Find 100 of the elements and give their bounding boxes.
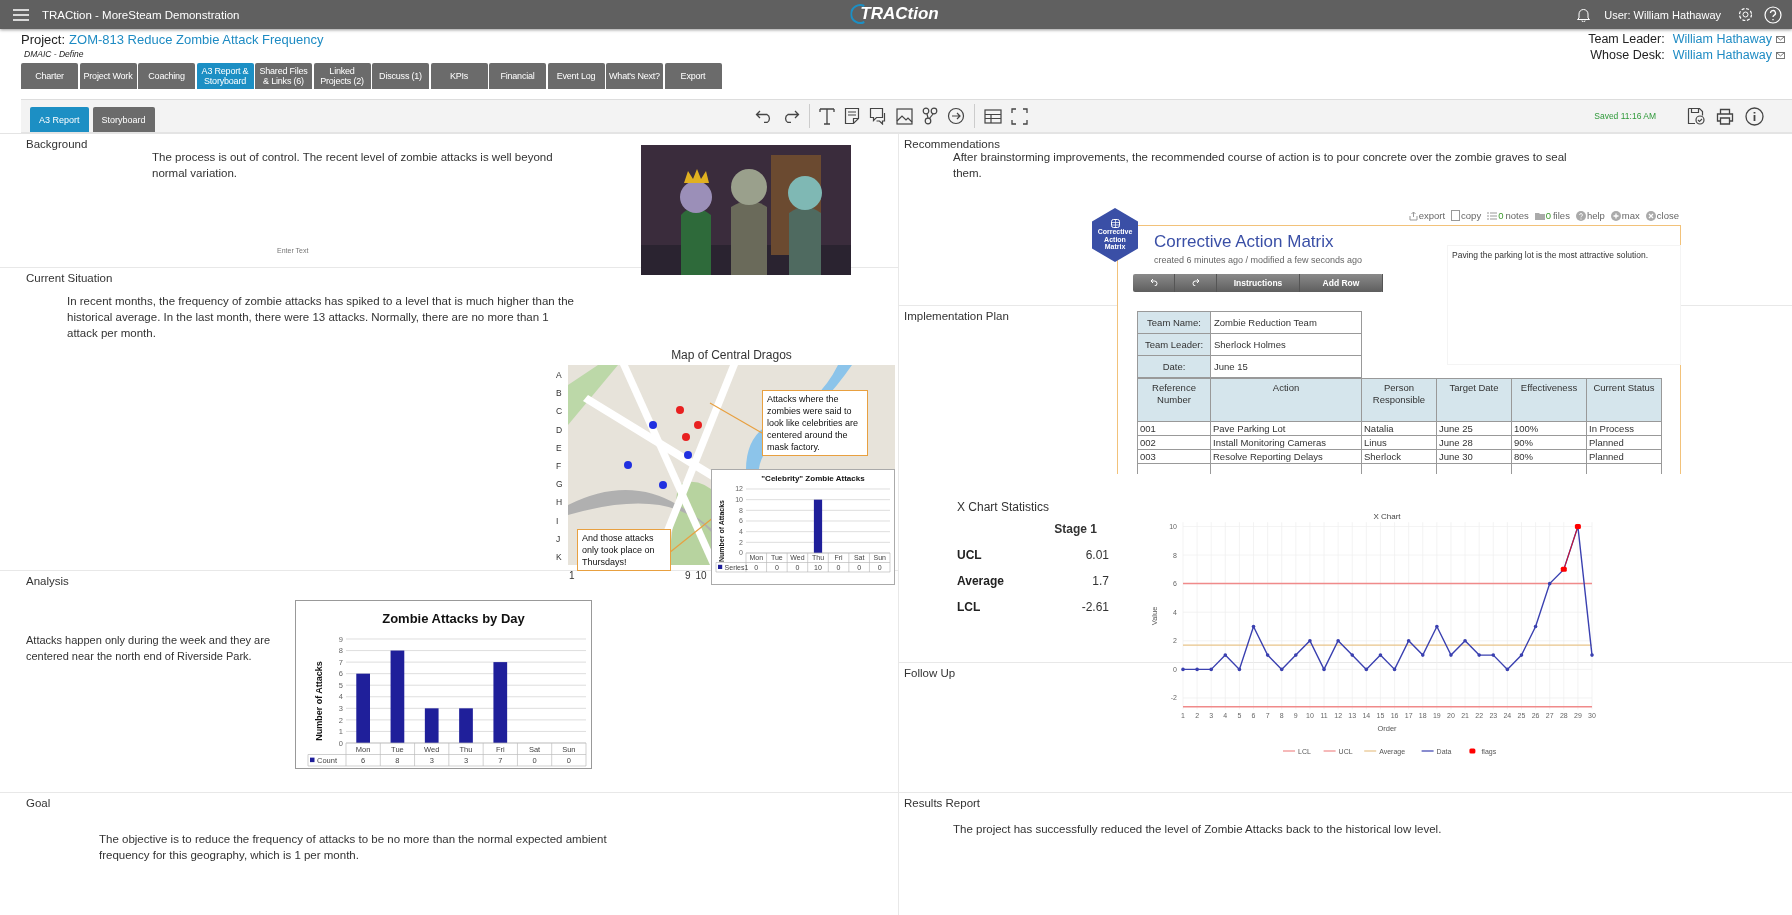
table-cell[interactable]: Natalia: [1361, 421, 1437, 436]
help-link[interactable]: help: [1575, 210, 1605, 221]
section-title: Results Report: [904, 796, 981, 811]
share-icon: [1408, 210, 1418, 221]
person-link[interactable]: William Hathaway: [1672, 48, 1772, 62]
tab[interactable]: Event Log: [547, 63, 605, 89]
table-cell[interactable]: In Process: [1586, 421, 1662, 436]
table-cell[interactable]: 80%: [1511, 449, 1587, 464]
table-cell[interactable]: Pave Parking Lot: [1210, 421, 1362, 436]
leader-line: [709, 402, 763, 434]
tab[interactable]: Linked Projects (2): [313, 63, 371, 89]
section-text[interactable]: The objective is to reduce the frequency of attacks to be no more than the normal expected ambient frequency for this geography, which is 1 per month.: [99, 831, 659, 863]
chart-title: "Celebrity" Zombie Attacks: [761, 474, 865, 483]
page-icon: [1451, 210, 1461, 221]
table-cell[interactable]: 001: [1137, 421, 1211, 436]
table-cell[interactable]: 90%: [1511, 435, 1587, 450]
bell-icon[interactable]: [1577, 7, 1591, 22]
report-tab[interactable]: A3 Report: [30, 107, 89, 132]
note-icon[interactable]: [844, 107, 860, 125]
report-tab[interactable]: Storyboard: [92, 107, 155, 132]
table-cell[interactable]: 002: [1137, 435, 1211, 450]
callout: And those attacks only took place on Thursdays!: [577, 529, 671, 571]
tab[interactable]: KPIs: [430, 63, 488, 89]
undo-icon[interactable]: [755, 109, 773, 123]
logo[interactable]: TRACtion: [860, 3, 942, 25]
section-title: Current Situation: [26, 271, 113, 286]
table-cell[interactable]: 100%: [1511, 421, 1587, 436]
table-cell[interactable]: Planned: [1586, 435, 1662, 450]
stat-label: UCL: [957, 548, 982, 562]
arrow-right-icon[interactable]: [947, 107, 965, 125]
image-icon[interactable]: [896, 107, 913, 125]
close-link[interactable]: close: [1645, 210, 1679, 221]
column-header: Action: [1210, 378, 1362, 422]
text-icon[interactable]: [819, 107, 835, 125]
matrix-button[interactable]: Instructions: [1217, 274, 1300, 292]
table-cell[interactable]: Resolve Reporting Delays: [1210, 449, 1362, 464]
mail-icon[interactable]: [1776, 35, 1785, 43]
table-cell[interactable]: June 25: [1436, 421, 1512, 436]
table-cell[interactable]: Sherlock Holmes: [1210, 333, 1362, 356]
table-cell: Date:: [1137, 355, 1211, 378]
section-text[interactable]: After brainstorming improvements, the recommended course of action is to pour concrete over the zombie graves to seal them.: [953, 149, 1573, 181]
save-icon[interactable]: [1687, 107, 1705, 125]
files-link[interactable]: 0 files: [1534, 210, 1570, 221]
stat-label: Average: [957, 574, 1004, 588]
export-link[interactable]: export: [1408, 210, 1446, 221]
column-header: Effectiveness: [1511, 378, 1587, 422]
column-header: Reference Number: [1137, 378, 1211, 422]
table-cell[interactable]: Linus: [1361, 435, 1437, 450]
max-link[interactable]: max: [1610, 210, 1640, 221]
tab[interactable]: Financial: [489, 63, 546, 89]
column-header: Person Responsible: [1361, 378, 1437, 422]
menu-icon[interactable]: [13, 8, 29, 21]
table-cell[interactable]: Zombie Reduction Team: [1210, 311, 1362, 334]
section-text[interactable]: In recent months, the frequency of zombie attacks has spiked to a level that is much higher than the historical average. In the last month, there were 13 attacks. Normally, there are no more than 1 attack per month.: [67, 293, 582, 341]
table-cell[interactable]: Install Monitoring Cameras: [1210, 435, 1362, 450]
tab[interactable]: Charter: [21, 63, 78, 89]
list-icon: [1487, 211, 1498, 220]
table-cell: Team Leader:: [1137, 333, 1211, 356]
info-icon[interactable]: [1745, 106, 1764, 126]
tab[interactable]: A3 Report & Storyboard: [196, 63, 254, 89]
table-cell[interactable]: Planned: [1586, 449, 1662, 464]
tab[interactable]: What's Next?: [606, 63, 663, 89]
table-cell[interactable]: June 15: [1210, 355, 1362, 378]
table-icon[interactable]: [984, 108, 1002, 124]
table-cell[interactable]: June 30: [1436, 449, 1512, 464]
comment-icon[interactable]: [869, 107, 887, 125]
section-text[interactable]: The project has successfully reduced the level of Zombie Attacks back to the historical low level.: [953, 821, 1653, 837]
project-link[interactable]: ZOM-813 Reduce Zombie Attack Frequency: [69, 32, 324, 47]
matrix-button[interactable]: Add Row: [1300, 274, 1383, 292]
settings-icon[interactable]: [1737, 6, 1754, 23]
user-menu[interactable]: User: William Hathaway: [1604, 8, 1721, 21]
tab[interactable]: Discuss (1): [372, 63, 429, 89]
help-icon[interactable]: [1764, 5, 1782, 24]
callout: Attacks where the zombies were said to look like celebrities are centered around the mask factory.: [762, 390, 868, 456]
redo-icon[interactable]: [782, 109, 800, 123]
map-row-label: F: [556, 460, 563, 471]
section-text[interactable]: The process is out of control. The recent level of zombie attacks is well beyond normal variation.: [152, 149, 572, 181]
save-status: Saved 11:16 AM: [1594, 111, 1656, 121]
table-cell[interactable]: Sherlock: [1361, 449, 1437, 464]
tab[interactable]: Project Work: [79, 63, 137, 89]
app-title: TRACtion - MoreSteam Demonstration: [42, 8, 240, 21]
section-title: Recommendations: [904, 137, 1000, 152]
axis-title: Number of Attacks: [314, 661, 324, 741]
person-link[interactable]: William Hathaway: [1672, 32, 1772, 46]
table-cell[interactable]: 003: [1137, 449, 1211, 464]
mail-icon[interactable]: [1776, 51, 1785, 59]
map-title: Map of Central Dragos: [670, 348, 793, 362]
tab[interactable]: Export: [664, 63, 722, 89]
diagram-icon[interactable]: [922, 107, 938, 125]
tab[interactable]: Shared Files & Links (6): [255, 63, 312, 89]
tab[interactable]: Coaching: [138, 63, 195, 89]
redo-icon: [1191, 278, 1200, 286]
fullscreen-icon[interactable]: [1011, 107, 1028, 125]
copy-link[interactable]: copy: [1451, 210, 1482, 221]
column-header: Current Status: [1586, 378, 1662, 422]
notes-link[interactable]: 0 notes: [1487, 210, 1529, 221]
section-title: Goal: [26, 796, 51, 811]
section-text[interactable]: Attacks happen only during the week and they are centered near the north end of Riverside Park.: [26, 632, 288, 664]
print-icon[interactable]: [1716, 107, 1734, 125]
table-cell[interactable]: June 28: [1436, 435, 1512, 450]
